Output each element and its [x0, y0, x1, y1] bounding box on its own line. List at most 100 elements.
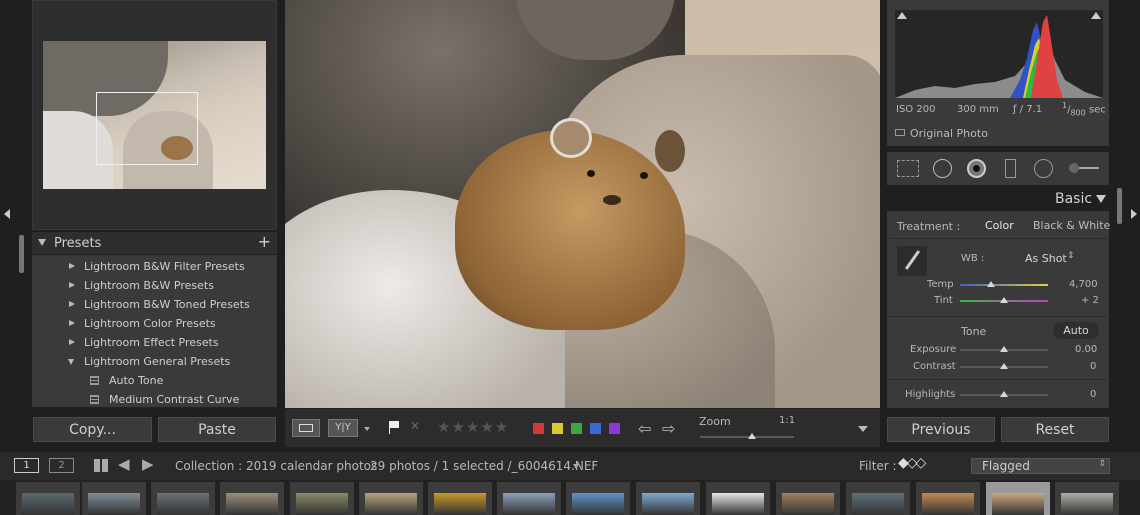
wb-eyedropper-icon[interactable] [897, 246, 927, 276]
filter-flag-icons[interactable]: ◆◇◇ [898, 455, 926, 471]
filmstrip-thumbnail[interactable] [220, 482, 284, 515]
navigator-preview[interactable] [43, 41, 266, 189]
contrast-slider-thumb[interactable] [1000, 363, 1008, 369]
reject-flag-icon[interactable]: ✕ [410, 419, 420, 433]
collapsed-triangle-icon[interactable] [69, 339, 75, 345]
basic-collapse-icon[interactable] [1096, 195, 1106, 203]
filmstrip-thumbnail[interactable] [1055, 482, 1119, 515]
color-label-swatch[interactable] [590, 423, 601, 434]
left-panel-toggle-icon[interactable] [4, 209, 10, 219]
color-label-swatch[interactable] [533, 423, 544, 434]
temp-slider-thumb[interactable] [986, 281, 995, 287]
exposure-slider-thumb[interactable] [1000, 346, 1008, 352]
highlight-clipping-icon[interactable] [1091, 12, 1101, 19]
secondary-window-button[interactable]: 2 [49, 458, 74, 473]
preset-item[interactable]: Auto Tone [34, 371, 276, 390]
original-photo-label: Original Photo [910, 127, 988, 140]
filmstrip-thumbnail[interactable] [16, 482, 80, 515]
exposure-value[interactable]: 0.00 [1075, 344, 1097, 355]
highlights-slider-thumb[interactable] [1000, 391, 1008, 397]
histogram-graph [895, 10, 1103, 98]
collapsed-triangle-icon[interactable] [69, 320, 75, 326]
filmstrip-thumbnail[interactable] [151, 482, 215, 515]
basic-title[interactable]: Basic [1055, 191, 1092, 207]
adjustment-brush-icon[interactable] [1069, 163, 1099, 173]
tint-slider-thumb[interactable] [1000, 297, 1008, 303]
shutter-value: 1/800 sec [1062, 101, 1106, 118]
main-window-button[interactable]: 1 [14, 458, 39, 473]
contrast-value[interactable]: 0 [1090, 361, 1096, 372]
collapsed-triangle-icon[interactable] [69, 263, 75, 269]
shadow-clipping-icon[interactable] [897, 12, 907, 19]
right-panel-toggle-icon[interactable] [1131, 209, 1137, 219]
graduated-filter-icon[interactable] [1005, 159, 1016, 178]
original-photo-checkbox[interactable] [895, 129, 905, 136]
temp-slider[interactable] [960, 284, 1048, 286]
add-preset-icon[interactable]: + [258, 232, 271, 251]
crop-tool-icon[interactable] [897, 160, 919, 177]
filmstrip-thumbnail[interactable] [497, 482, 561, 515]
filmstrip-thumbnail[interactable] [706, 482, 770, 515]
left-panel-scrollbar[interactable] [19, 235, 24, 273]
treatment-bw-button[interactable]: Black & White [1033, 219, 1110, 232]
collapsed-triangle-icon[interactable] [69, 301, 75, 307]
collapsed-triangle-icon[interactable] [69, 282, 75, 288]
radial-filter-icon[interactable] [1034, 159, 1053, 178]
preset-folder[interactable]: Lightroom General Presets [34, 352, 276, 371]
filmstrip-thumbnail[interactable] [986, 482, 1050, 515]
back-arrow-icon[interactable]: ◀ [118, 455, 130, 473]
forward-arrow-icon[interactable]: ▶ [142, 455, 154, 473]
star-rating[interactable]: ★★★★★ [437, 418, 509, 436]
highlights-value[interactable]: 0 [1090, 389, 1096, 400]
filmstrip-thumbnail[interactable] [566, 482, 630, 515]
filmstrip-thumbnail[interactable] [359, 482, 423, 515]
filmstrip-thumbnail[interactable] [916, 482, 980, 515]
color-label-swatch[interactable] [552, 423, 563, 434]
presets-header[interactable]: Presets + [32, 232, 277, 254]
preset-folder[interactable]: Lightroom Color Presets [34, 314, 276, 333]
loupe-view-icon[interactable] [292, 419, 320, 437]
filter-select[interactable]: Flagged ⇕ [971, 458, 1110, 474]
view-dropdown-icon[interactable] [364, 427, 370, 431]
grid-view-icon[interactable] [94, 459, 108, 472]
collection-label[interactable]: Collection : 2019 calendar photos [175, 459, 377, 473]
spot-removal-icon[interactable] [933, 159, 952, 178]
next-photo-arrow-icon[interactable]: ⇨ [662, 419, 675, 438]
main-photo[interactable] [285, 0, 880, 408]
toolbar-menu-icon[interactable] [858, 426, 868, 432]
source-dropdown-icon[interactable] [573, 464, 579, 469]
preset-folder[interactable]: Lightroom B&W Filter Presets [34, 257, 276, 276]
color-label-swatch[interactable] [609, 423, 620, 434]
flag-icon[interactable] [389, 421, 399, 434]
compare-view-icon[interactable]: Y|Y [328, 419, 358, 437]
zoom-slider-thumb[interactable] [748, 433, 756, 439]
photo-count[interactable]: 29 photos / 1 selected /_6004614.NEF [370, 459, 598, 473]
iso-value: ISO 200 [896, 104, 936, 115]
navigator-zoom-box[interactable] [96, 92, 198, 165]
paste-button[interactable]: Paste [158, 417, 276, 442]
tint-value[interactable]: + 2 [1081, 295, 1099, 306]
filmstrip-thumbnail[interactable] [776, 482, 840, 515]
wb-value[interactable]: As Shot [1025, 252, 1067, 265]
preset-folder[interactable]: Lightroom Effect Presets [34, 333, 276, 352]
red-eye-icon[interactable] [967, 159, 986, 178]
reset-button[interactable]: Reset [1001, 417, 1109, 442]
preset-folder[interactable]: Lightroom B&W Toned Presets [34, 295, 276, 314]
wb-dropdown-icon[interactable]: ⇕ [1067, 251, 1075, 261]
filmstrip-thumbnail[interactable] [846, 482, 910, 515]
previous-photo-arrow-icon[interactable]: ⇦ [638, 419, 651, 438]
filmstrip-thumbnail[interactable] [82, 482, 146, 515]
color-label-swatch[interactable] [571, 423, 582, 434]
treatment-color-button[interactable]: Color [985, 219, 1014, 232]
expanded-triangle-icon[interactable] [68, 359, 74, 365]
temp-value[interactable]: 4,700 [1069, 279, 1098, 290]
filmstrip-thumbnail[interactable] [636, 482, 700, 515]
preset-folder[interactable]: Lightroom B&W Presets [34, 276, 276, 295]
copy-button[interactable]: Copy... [33, 417, 152, 442]
right-panel-scrollbar[interactable] [1117, 188, 1122, 224]
filmstrip-thumbnail[interactable] [290, 482, 354, 515]
previous-button[interactable]: Previous [887, 417, 995, 442]
zoom-slider[interactable] [700, 436, 794, 438]
filmstrip-thumbnail[interactable] [428, 482, 492, 515]
auto-tone-button[interactable]: Auto [1053, 322, 1099, 339]
